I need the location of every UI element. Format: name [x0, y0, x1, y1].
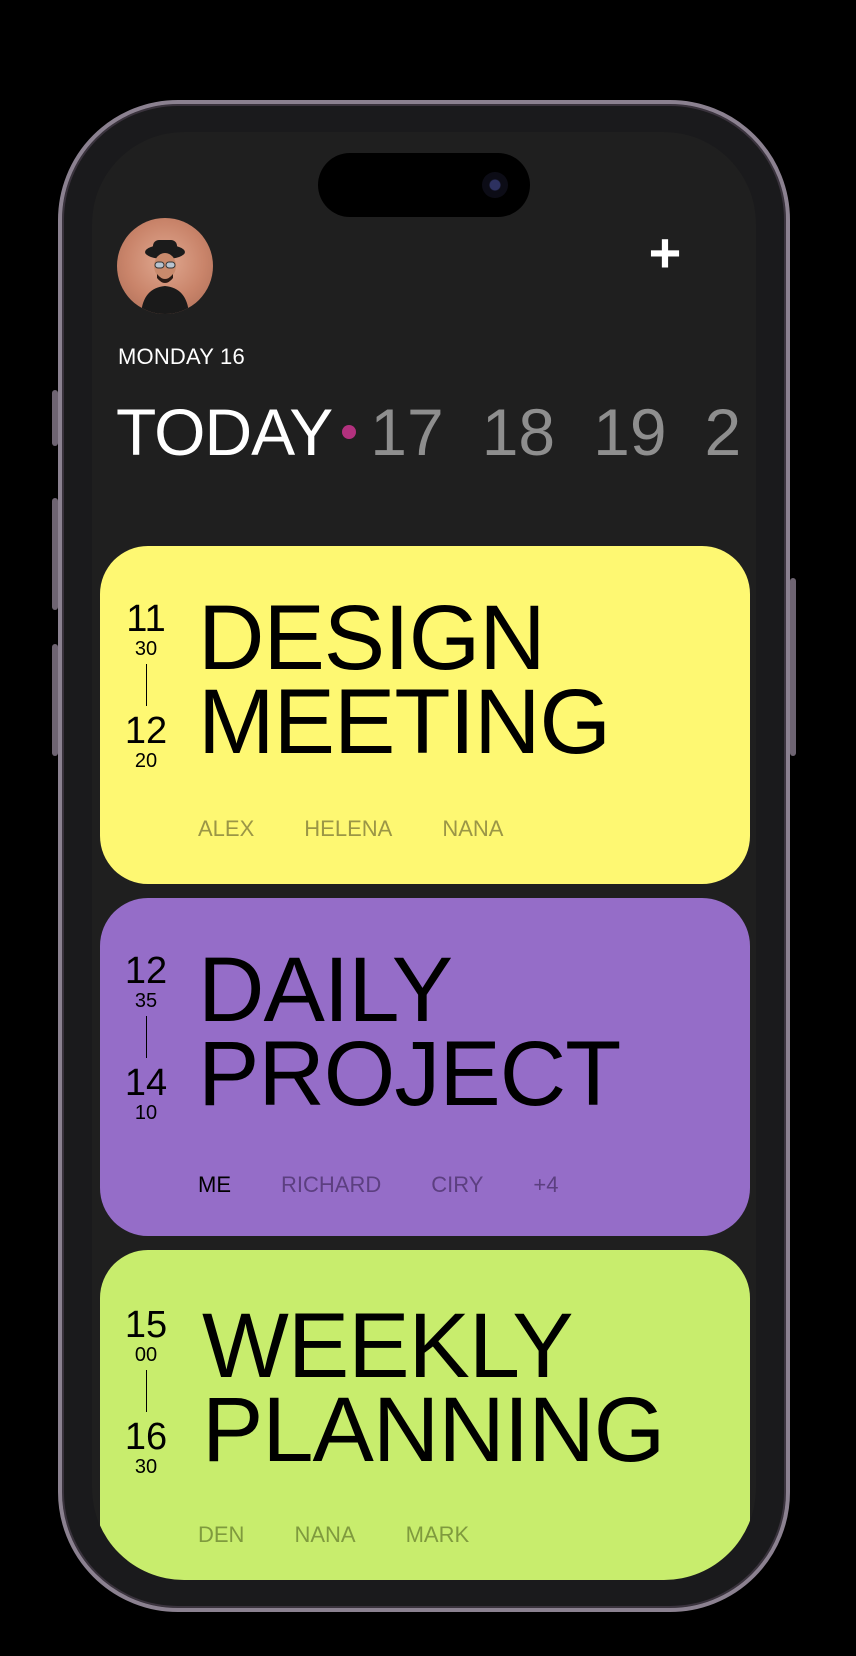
event-time-range: 15 00 16 30	[124, 1306, 168, 1478]
day-tab-20[interactable]: 2	[705, 394, 742, 470]
user-avatar[interactable]	[117, 218, 213, 314]
attendee-name: CIRY	[431, 1172, 484, 1197]
start-hour: 15	[124, 1304, 168, 1346]
day-tab-17[interactable]: 17	[370, 394, 443, 470]
event-title-line-2: PROJECT	[198, 1023, 621, 1125]
end-hour: 16	[124, 1416, 168, 1458]
event-attendees: DEN NANA MARK	[198, 1522, 519, 1548]
attendee-name: MARK	[405, 1522, 470, 1547]
time-divider	[145, 664, 147, 706]
attendee-name: ME	[198, 1172, 231, 1197]
event-card-weekly-planning[interactable]: 15 00 16 30 WEEKLY PLANNING DEN NANA MAR…	[100, 1250, 750, 1580]
start-minute: 35	[134, 990, 158, 1012]
event-time-range: 12 35 14 10	[124, 952, 168, 1124]
event-title: WEEKLY PLANNING	[202, 1295, 665, 1481]
event-title-line-2: PLANNING	[202, 1379, 665, 1481]
event-title-line-1: WEEKLY	[202, 1295, 574, 1397]
start-minute: 00	[134, 1344, 158, 1366]
day-tab-today[interactable]: TODAY	[116, 394, 333, 470]
event-attendees: ALEX HELENA NANA	[198, 816, 553, 842]
app-screen: + MONDAY 16 TODAY 17 18 19 2 11 30 12 20…	[92, 132, 756, 1580]
end-minute: 30	[134, 1456, 158, 1478]
event-time-range: 11 30 12 20	[124, 600, 168, 772]
action-button	[52, 390, 58, 446]
person-photo-icon	[141, 240, 189, 314]
event-card-daily-project[interactable]: 12 35 14 10 DAILY PROJECT ME RICHARD CIR…	[100, 898, 750, 1236]
attendee-name: DEN	[198, 1522, 245, 1547]
start-hour: 11	[126, 598, 166, 640]
start-hour: 12	[124, 950, 168, 992]
attendee-name: NANA	[442, 816, 504, 841]
attendee-name: HELENA	[304, 816, 393, 841]
end-minute: 10	[134, 1102, 158, 1124]
day-tab-18[interactable]: 18	[482, 394, 555, 470]
time-divider	[145, 1370, 147, 1412]
end-hour: 14	[124, 1062, 168, 1104]
time-divider	[145, 1016, 147, 1058]
event-title-line-1: DAILY	[198, 939, 453, 1041]
volume-up-button	[52, 498, 58, 610]
event-title: DESIGN MEETING	[198, 587, 611, 773]
end-hour: 12	[124, 710, 168, 752]
power-button	[790, 578, 796, 756]
event-attendees: ME RICHARD CIRY +4	[198, 1172, 609, 1198]
attendee-name: RICHARD	[281, 1172, 382, 1197]
day-tab-19[interactable]: 19	[593, 394, 666, 470]
event-card-design-meeting[interactable]: 11 30 12 20 DESIGN MEETING ALEX HELENA N…	[100, 546, 750, 884]
camera-icon	[482, 172, 508, 198]
attendee-name: ALEX	[198, 816, 255, 841]
event-title-line-2: MEETING	[198, 671, 611, 773]
current-date-label: MONDAY 16	[118, 344, 245, 369]
event-title-line-1: DESIGN	[198, 587, 546, 689]
event-title: DAILY PROJECT	[198, 939, 621, 1125]
day-selector: TODAY 17 18 19 2	[116, 392, 756, 472]
today-indicator-dot	[342, 425, 357, 439]
volume-down-button	[52, 644, 58, 756]
end-minute: 20	[134, 750, 158, 772]
attendee-more-count: +4	[533, 1172, 559, 1197]
attendee-name: NANA	[294, 1522, 356, 1547]
start-minute: 30	[134, 638, 158, 660]
add-event-button[interactable]: +	[638, 225, 692, 281]
dynamic-island	[318, 153, 530, 217]
